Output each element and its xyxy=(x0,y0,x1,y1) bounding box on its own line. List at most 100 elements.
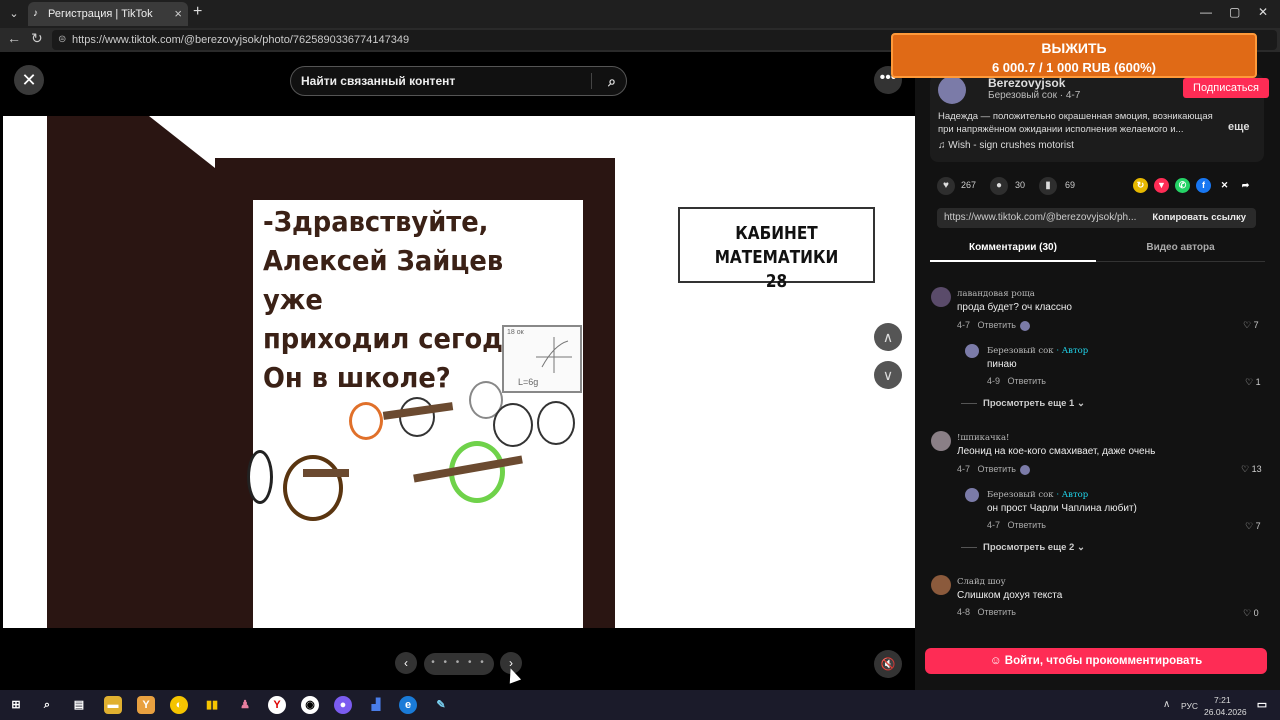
previous-post-chevron-up-icon[interactable]: ∧ xyxy=(874,323,902,351)
comment-list: лавандовая роща прода будет? оч классно … xyxy=(915,277,1280,637)
comment-text: Леонид на кое-кого смахивает, даже очень xyxy=(957,446,1156,457)
comment-meta: 4-7 Ответить xyxy=(957,464,1031,475)
face-dark-hair xyxy=(247,450,273,504)
post-description: Надежда — положительно окрашенная эмоция… xyxy=(938,111,1213,135)
clock-date[interactable]: 26.04.2026 xyxy=(1204,707,1247,717)
subscribe-button[interactable]: Подписаться xyxy=(1183,78,1269,98)
comment-likes[interactable]: ♡ 7 xyxy=(1243,320,1259,331)
view-more-replies[interactable]: Просмотреть еще 1 ⌄ xyxy=(961,398,1085,409)
panel-tabs: Комментарии (30) Видео автора xyxy=(930,240,1265,262)
reply-button[interactable]: Ответить xyxy=(978,320,1016,330)
reply-button[interactable]: Ответить xyxy=(1008,376,1046,386)
repost-icon[interactable]: ↻ xyxy=(1133,178,1148,193)
commenter-avatar[interactable] xyxy=(931,575,951,595)
back-arrow-icon[interactable]: ← xyxy=(7,30,21,46)
reply-button[interactable]: Ответить xyxy=(978,464,1016,474)
new-tab-button[interactable]: + xyxy=(193,3,202,21)
previous-slide-icon[interactable]: ‹ xyxy=(395,652,417,674)
search-icon[interactable]: ⌕ xyxy=(608,67,616,95)
reply-username[interactable]: Березовый сок · Автор xyxy=(987,490,1088,500)
language-indicator[interactable]: РУС xyxy=(1181,701,1198,711)
face-student-2 xyxy=(493,403,533,447)
reply-likes[interactable]: ♡ 1 xyxy=(1245,377,1261,388)
close-viewer-button[interactable]: ✕ xyxy=(14,65,44,95)
site-info-icon[interactable]: ⊜ xyxy=(58,30,66,50)
face-orange-hair xyxy=(349,402,383,440)
whatsapp-icon[interactable]: ✆ xyxy=(1175,178,1190,193)
commenter-avatar[interactable] xyxy=(931,287,951,307)
send-icon[interactable]: ▼ xyxy=(1154,178,1169,193)
photo-viewer: ✕ Найти связанный контент ⌕ ••• -Здравст… xyxy=(0,52,915,690)
author-subtitle: Березовый сок · 4-7 xyxy=(988,90,1081,101)
tab-comments[interactable]: Комментарии (30) xyxy=(930,240,1096,262)
tab-list-chevron-icon[interactable]: ⌄ xyxy=(4,4,24,24)
tiktok-favicon-icon: ♪ xyxy=(33,8,38,19)
comment-date: 4-7 xyxy=(957,320,971,330)
commenter-avatar[interactable] xyxy=(931,431,951,451)
bookmark-icon[interactable]: ▮ xyxy=(1039,177,1057,195)
related-search-input[interactable]: Найти связанный контент ⌕ xyxy=(290,66,627,96)
comment-icon[interactable]: ● xyxy=(990,177,1008,195)
reply-button[interactable]: Ответить xyxy=(1008,520,1046,530)
promo-banner[interactable]: ВЫЖИТЬ 6 000.7 / 1 000 RUB (600%) xyxy=(891,33,1257,78)
chat-app-icon[interactable]: ● xyxy=(334,696,352,714)
reply-button[interactable]: Ответить xyxy=(978,607,1016,617)
share-arrow-icon[interactable]: ➦ xyxy=(1238,178,1253,193)
comment-username[interactable]: Слайд шоу xyxy=(957,577,1006,587)
liked-by-author-icon xyxy=(1020,320,1031,331)
browser-tab[interactable]: ♪ Регистрация | TikTok × xyxy=(28,2,188,26)
chart-app-icon[interactable]: ▟ xyxy=(367,696,385,714)
clock-time[interactable]: 7:21 xyxy=(1214,695,1231,705)
copy-link-button[interactable]: Копировать ссылку xyxy=(1152,208,1246,228)
post-link[interactable]: https://www.tiktok.com/@berezovyjsok/ph.… xyxy=(944,208,1144,228)
slide-dots[interactable]: • • • • • xyxy=(424,653,494,675)
comment-username[interactable]: лавандовая роща xyxy=(957,289,1035,299)
login-to-comment-button[interactable]: ☺ Войти, чтобы прокомментировать xyxy=(925,648,1267,674)
music-track[interactable]: ♫ Wish - sign crushes motorist xyxy=(938,140,1074,151)
reply-username[interactable]: Березовый сок · Автор xyxy=(987,346,1088,356)
notification-icon[interactable]: ▭ xyxy=(1253,696,1271,714)
next-post-chevron-down-icon[interactable]: ∨ xyxy=(874,361,902,389)
muted-volume-icon[interactable]: 🔇 xyxy=(874,650,902,678)
steam-icon[interactable]: ◉ xyxy=(301,696,319,714)
show-more-link[interactable]: еще xyxy=(1228,121,1250,133)
restore-icon[interactable]: ▢ xyxy=(1229,5,1240,19)
facebook-icon[interactable]: f xyxy=(1196,178,1211,193)
browser-titlebar: ⌄ ♪ Регистрация | TikTok × + — ▢ ✕ xyxy=(0,0,1280,28)
task-view-icon[interactable]: ▤ xyxy=(70,696,88,714)
x-icon[interactable]: ✕ xyxy=(1217,178,1232,193)
classroom-sign: КАБИНЕТ МАТЕМАТИКИ 28 xyxy=(678,207,875,292)
reply-meta: 4-9 Ответить xyxy=(987,376,1047,386)
app-icon[interactable]: ▮▮ xyxy=(203,696,221,714)
file-explorer-icon[interactable]: ▬ xyxy=(104,696,122,714)
reply-likes[interactable]: ♡ 7 xyxy=(1245,521,1261,532)
author-avatar[interactable] xyxy=(938,76,966,104)
tray-chevron-icon[interactable]: ∧ xyxy=(1163,699,1170,710)
heart-icon[interactable]: ♥ xyxy=(937,177,955,195)
tab-close-icon[interactable]: × xyxy=(174,2,182,26)
yandex-icon[interactable]: Y xyxy=(268,696,286,714)
yandex-browser-icon[interactable]: Y xyxy=(137,696,155,714)
comment-username[interactable]: !шпикачка! xyxy=(957,433,1009,443)
comment-meta: 4-8 Ответить xyxy=(957,607,1017,617)
author-avatar-small[interactable] xyxy=(965,344,979,358)
windows-start-icon[interactable]: ⊞ xyxy=(7,696,25,714)
comment-likes[interactable]: ♡ 13 xyxy=(1241,464,1262,475)
game-icon[interactable]: ♟ xyxy=(236,696,254,714)
tab-author-videos[interactable]: Видео автора xyxy=(1096,240,1265,262)
browser-icon[interactable]: ◐ xyxy=(170,696,188,714)
reload-icon[interactable]: ↻ xyxy=(31,30,43,47)
reply-meta: 4-7 Ответить xyxy=(987,520,1047,530)
engagement-stats: ♥ 267 ● 30 ▮ 69 ↻ ▼ ✆ f ✕ ➦ xyxy=(933,177,1273,195)
notepad-icon[interactable]: ✎ xyxy=(432,696,450,714)
window-close-icon[interactable]: ✕ xyxy=(1258,5,1268,19)
author-avatar-small[interactable] xyxy=(965,488,979,502)
face-tongue xyxy=(537,401,575,445)
edge-icon[interactable]: e xyxy=(399,696,417,714)
view-more-replies[interactable]: Просмотреть еще 2 ⌄ xyxy=(961,542,1085,553)
author-name[interactable]: Berezovyjsok xyxy=(988,76,1065,90)
comment-likes[interactable]: ♡ 0 xyxy=(1243,608,1259,619)
comment-meta: 4-7 Ответить xyxy=(957,320,1031,331)
minimize-icon[interactable]: — xyxy=(1200,5,1212,19)
search-icon[interactable]: ⌕ xyxy=(38,696,56,714)
